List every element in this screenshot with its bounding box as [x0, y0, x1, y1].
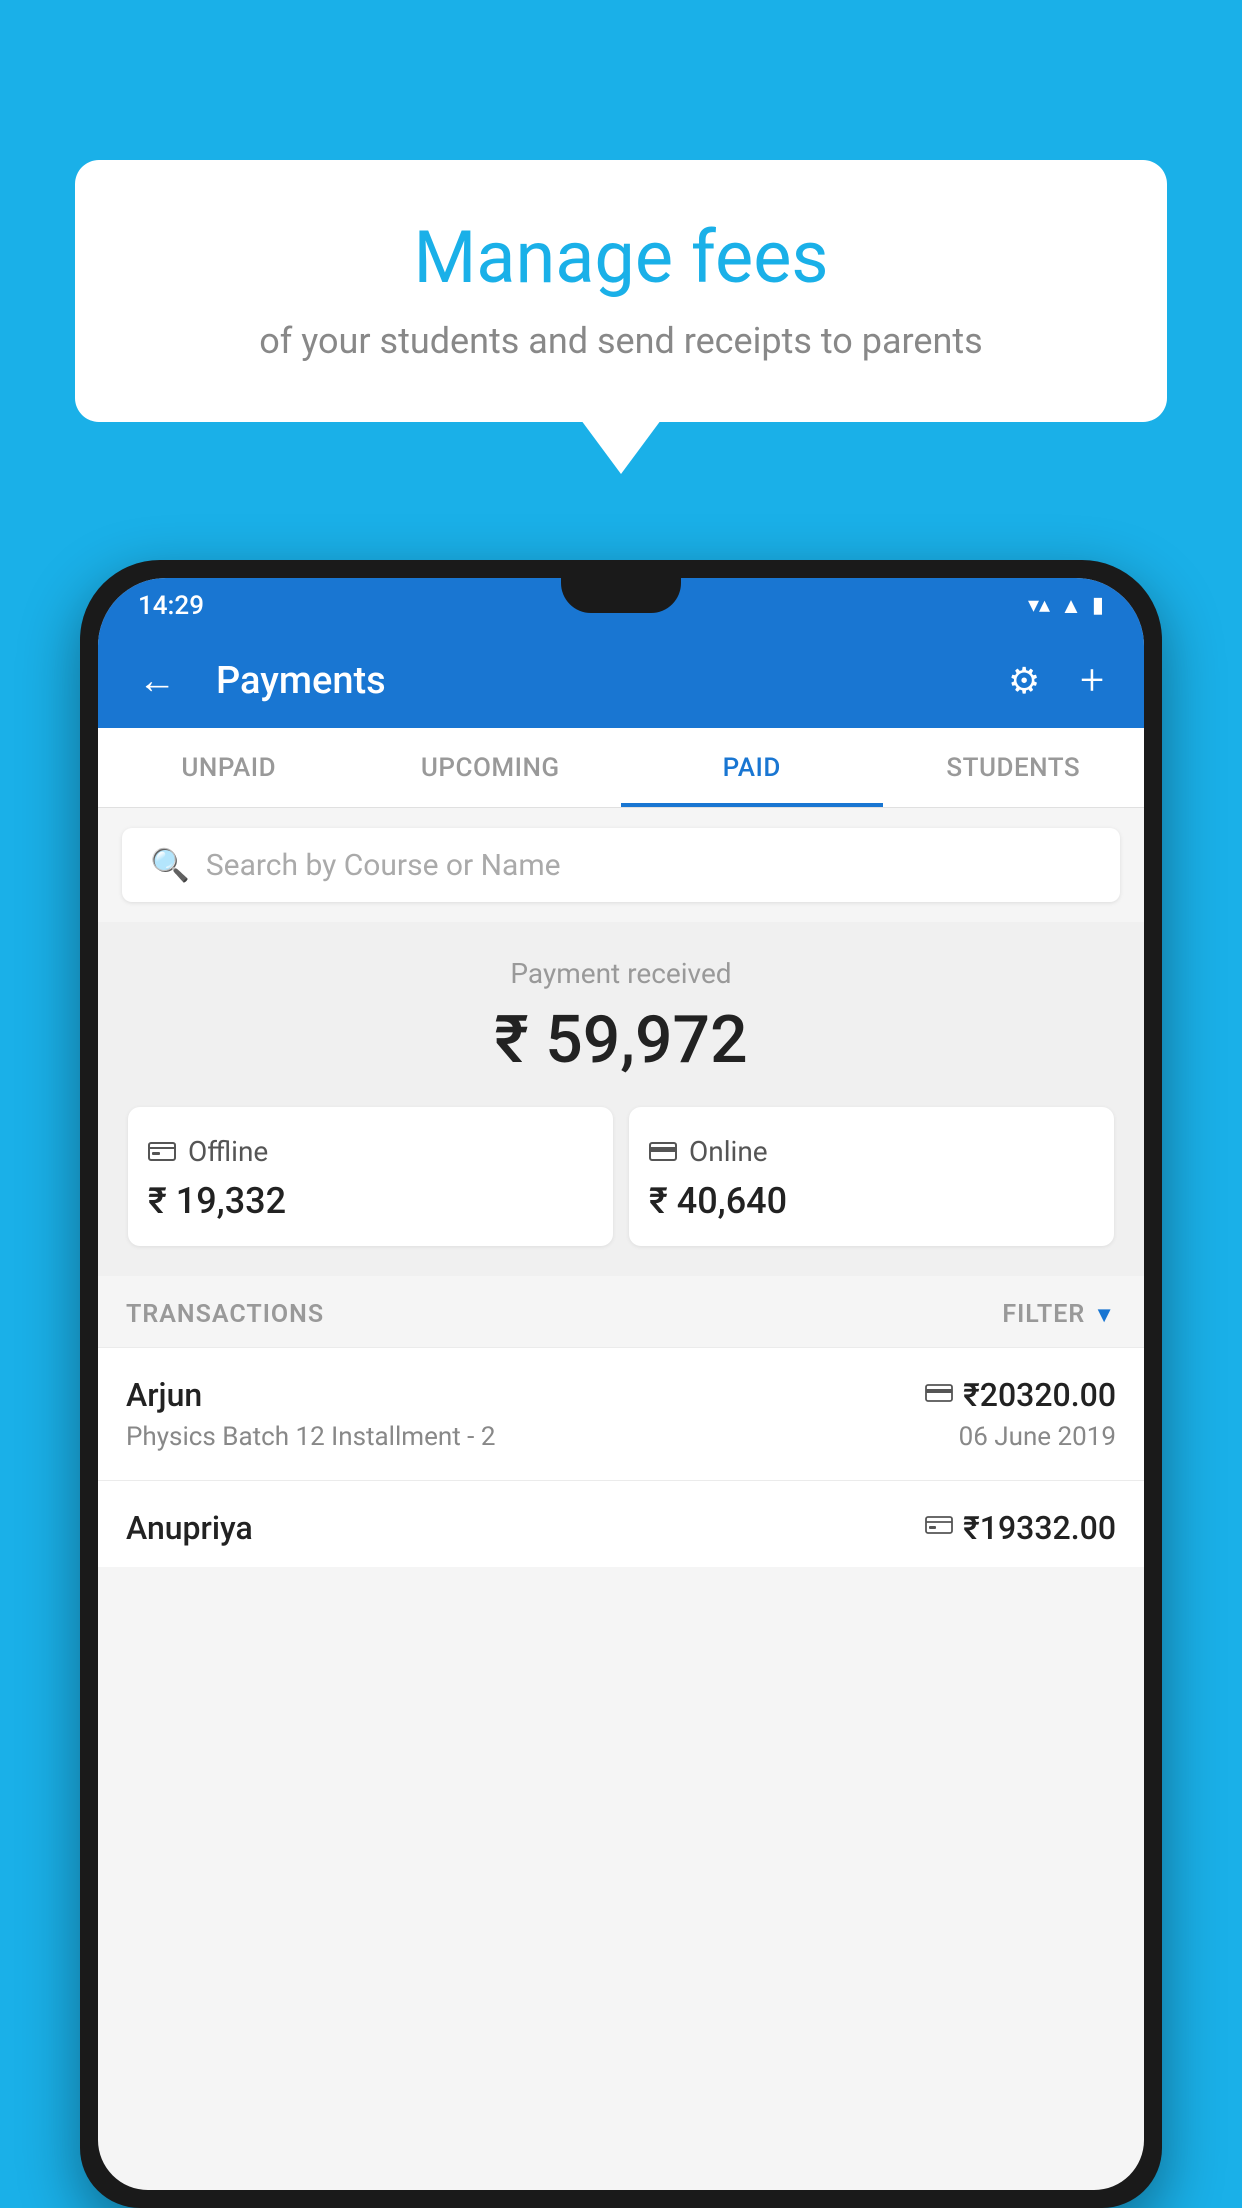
- online-icon: [649, 1135, 677, 1168]
- transaction-detail: Physics Batch 12 Installment - 2 06 June…: [126, 1422, 1116, 1452]
- transaction-date: 06 June 2019: [959, 1422, 1116, 1452]
- phone-notch: [561, 578, 681, 613]
- transaction-offline-icon: [925, 1513, 953, 1543]
- status-bar: 14:29 ▾▴ ▲ ▮: [98, 578, 1144, 633]
- back-button[interactable]: ←: [128, 649, 186, 713]
- tab-unpaid[interactable]: UNPAID: [98, 728, 360, 807]
- transactions-header: TRANSACTIONS FILTER ▼: [98, 1276, 1144, 1347]
- tab-paid[interactable]: PAID: [621, 728, 883, 807]
- search-container: 🔍 Search by Course or Name: [98, 808, 1144, 922]
- payment-label: Payment received: [118, 957, 1124, 990]
- battery-icon: ▮: [1092, 593, 1104, 618]
- online-card: Online ₹ 40,640: [629, 1107, 1114, 1246]
- online-amount: ₹ 40,640: [649, 1180, 1094, 1222]
- transaction-course: Physics Batch 12 Installment - 2: [126, 1422, 495, 1452]
- filter-label: FILTER: [1002, 1300, 1085, 1329]
- bubble-title: Manage fees: [135, 215, 1107, 300]
- add-button[interactable]: +: [1070, 646, 1114, 715]
- search-icon: 🔍: [150, 846, 190, 884]
- transactions-label: TRANSACTIONS: [126, 1300, 324, 1329]
- transaction-amount-row-2: ₹19332.00: [925, 1509, 1116, 1547]
- offline-label: Offline: [188, 1135, 268, 1168]
- transaction-item-2[interactable]: Anupriya ₹19332.00: [98, 1480, 1144, 1567]
- tabs-bar: UNPAID UPCOMING PAID STUDENTS: [98, 728, 1144, 808]
- search-bar[interactable]: 🔍 Search by Course or Name: [122, 828, 1120, 902]
- online-label: Online: [689, 1135, 768, 1168]
- transaction-amount: ₹20320.00: [963, 1376, 1116, 1414]
- transaction-amount-2: ₹19332.00: [963, 1509, 1116, 1547]
- bubble-subtitle: of your students and send receipts to pa…: [135, 320, 1107, 362]
- offline-card: Offline ₹ 19,332: [128, 1107, 613, 1246]
- filter-icon: ▼: [1093, 1302, 1116, 1328]
- transaction-amount-row: ₹20320.00: [925, 1376, 1116, 1414]
- settings-button[interactable]: ⚙: [998, 650, 1050, 712]
- signal-icon: ▲: [1060, 593, 1082, 619]
- transaction-item[interactable]: Arjun ₹20320.00 Physics Batch 12 Install…: [98, 1347, 1144, 1480]
- app-bar: ← Payments ⚙ +: [98, 633, 1144, 728]
- content-area: 🔍 Search by Course or Name Payment recei…: [98, 808, 1144, 1567]
- wifi-icon: ▾▴: [1028, 593, 1050, 618]
- status-icons: ▾▴ ▲ ▮: [1028, 593, 1104, 619]
- filter-button[interactable]: FILTER ▼: [1002, 1300, 1116, 1329]
- payment-cards: Offline ₹ 19,332 Online: [128, 1107, 1114, 1246]
- status-time: 14:29: [138, 591, 204, 621]
- tab-students[interactable]: STUDENTS: [883, 728, 1145, 807]
- offline-icon: [148, 1135, 176, 1168]
- transaction-name: Arjun: [126, 1376, 202, 1414]
- transaction-card-icon: [925, 1380, 953, 1410]
- search-input[interactable]: Search by Course or Name: [206, 848, 561, 883]
- transaction-name-2: Anupriya: [126, 1509, 253, 1547]
- payment-total-amount: ₹ 59,972: [118, 1002, 1124, 1079]
- tab-upcoming[interactable]: UPCOMING: [360, 728, 622, 807]
- payment-summary: Payment received ₹ 59,972: [98, 922, 1144, 1276]
- phone-frame: 14:29 ▾▴ ▲ ▮ ← Payments ⚙ + UNPAID UPCOM…: [80, 560, 1162, 2208]
- speech-bubble: Manage fees of your students and send re…: [75, 160, 1167, 422]
- offline-amount: ₹ 19,332: [148, 1180, 593, 1222]
- page-title: Payments: [216, 659, 978, 703]
- phone-screen: 14:29 ▾▴ ▲ ▮ ← Payments ⚙ + UNPAID UPCOM…: [98, 578, 1144, 2190]
